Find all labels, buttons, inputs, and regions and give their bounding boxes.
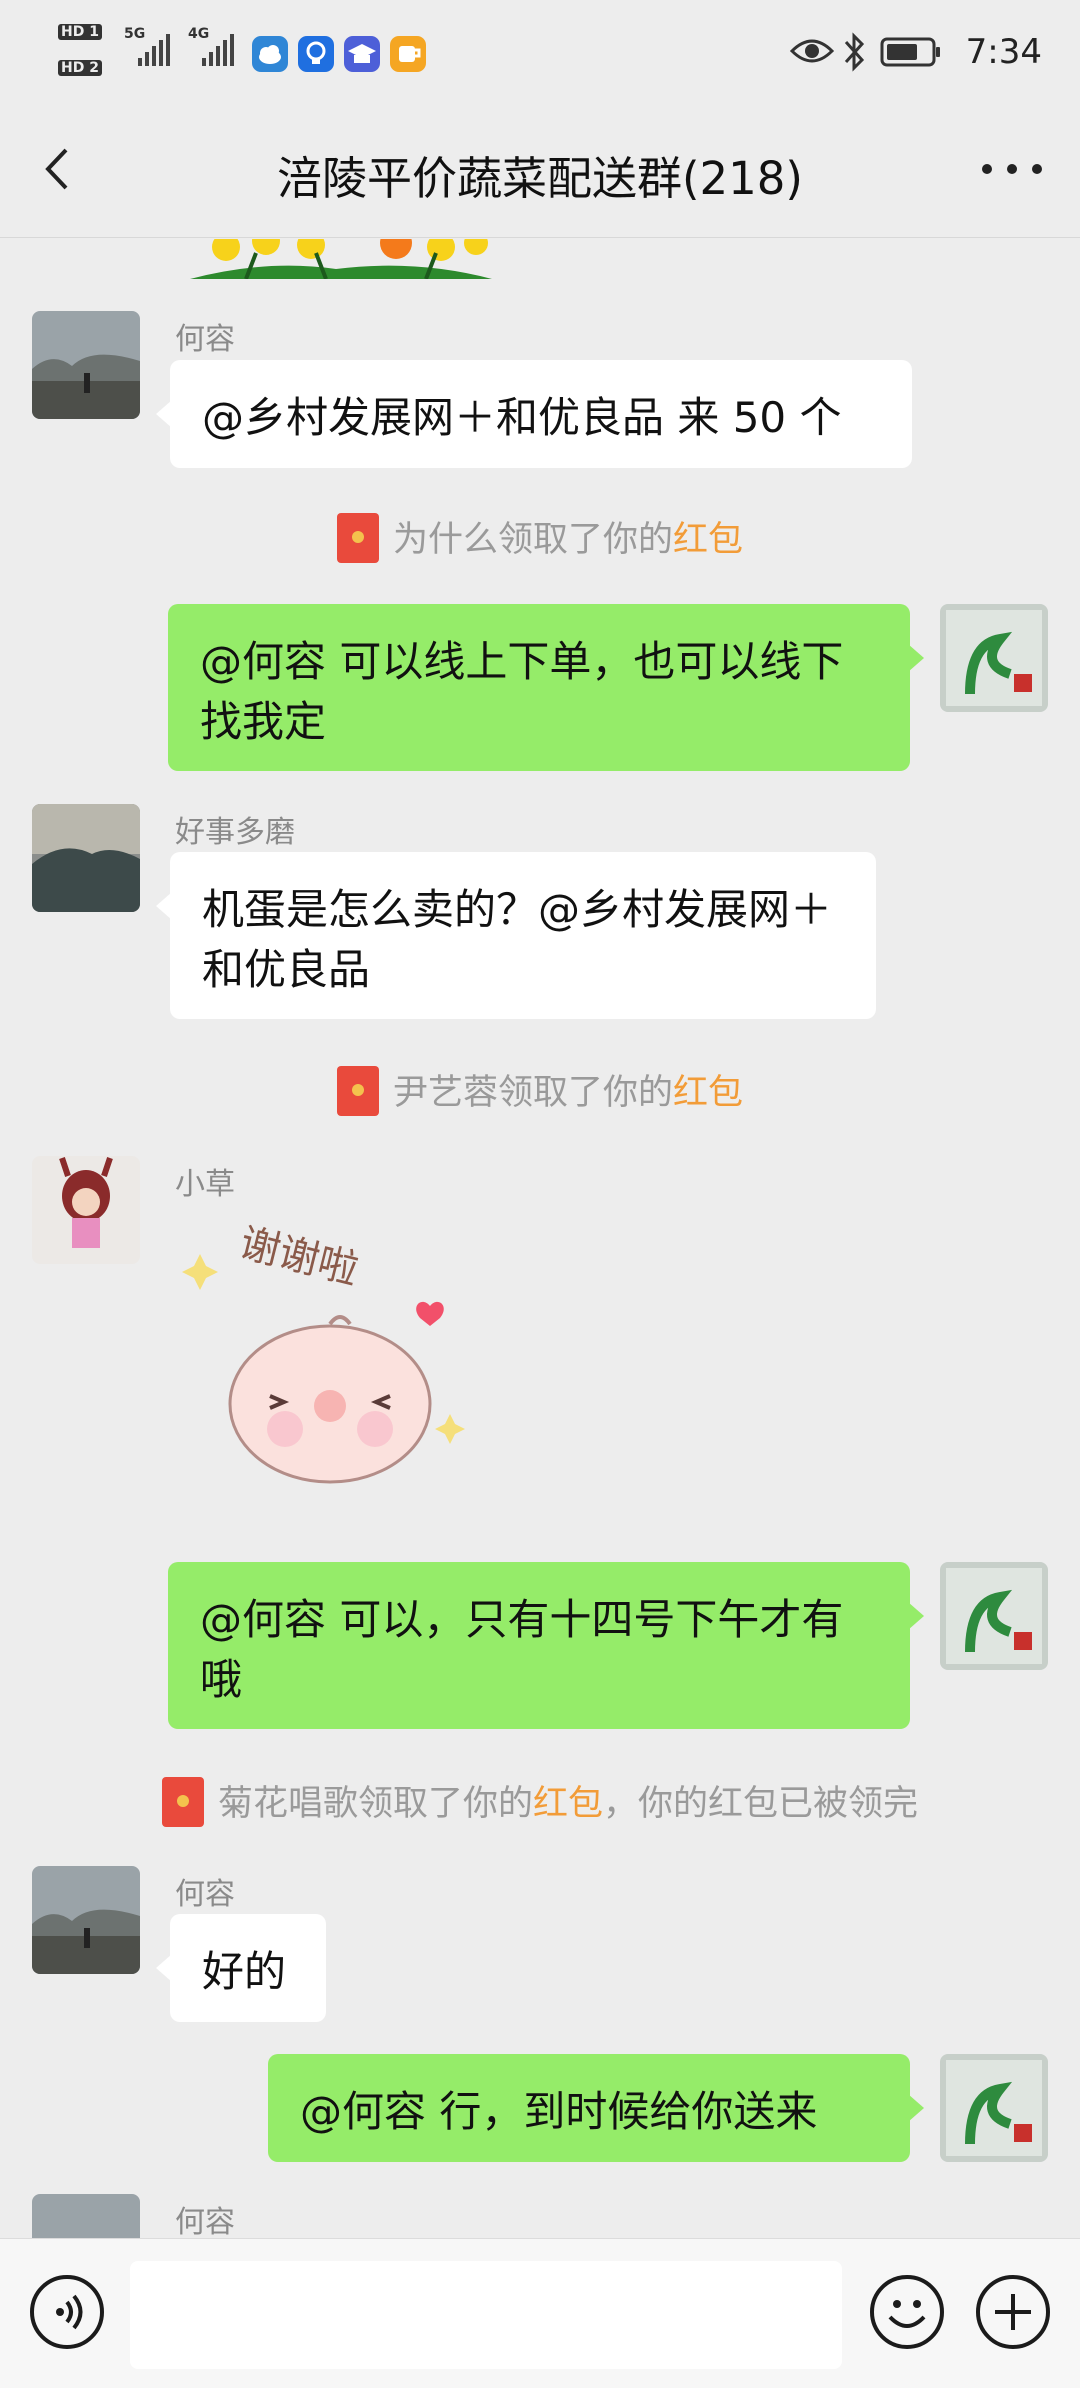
cup-app-icon	[390, 36, 426, 72]
message-bubble[interactable]: @何容 可以，只有十四号下午才有哦	[168, 1562, 924, 1729]
thanks-sticker-image[interactable]: 谢谢啦	[180, 1214, 480, 1504]
red-packet-notice: 菊花唱歌领取了你的红包，你的红包已被领完	[0, 1775, 1080, 1830]
sender-name: 何容	[175, 2205, 235, 2239]
more-options-icon[interactable]	[982, 164, 1042, 178]
education-app-icon	[344, 36, 380, 72]
message-bubble[interactable]: @何容 可以线上下单，也可以线下找我定	[168, 604, 924, 771]
avatar-herong[interactable]	[32, 311, 140, 419]
weather-app-icon	[252, 36, 288, 72]
sender-name: 好事多磨	[175, 815, 295, 850]
chat-title: 涪陵平价蔬菜配送群(218)	[276, 152, 803, 205]
clock: 7:34	[965, 32, 1042, 72]
avatar-herong[interactable]	[32, 2194, 140, 2239]
red-packet-link[interactable]: 红包	[533, 1784, 603, 1824]
bluetooth-icon	[844, 32, 865, 72]
message-list[interactable]: 何容 @乡村发展网＋和优良品 来 50 个 为什么领取了你的红包 @何容 可以线…	[0, 239, 1080, 2239]
voice-icon	[56, 2294, 83, 2330]
red-packet-notice: 尹艺蓉领取了你的红包	[0, 1064, 1080, 1119]
message-bubble[interactable]: 好的	[156, 1914, 326, 2022]
sender-name: 何容	[175, 1877, 235, 1912]
red-packet-icon	[336, 1066, 379, 1116]
message-bubble[interactable]: 机蛋是怎么卖的？@乡村发展网＋和优良品	[156, 852, 876, 1019]
red-packet-icon	[161, 1777, 204, 1827]
emoji-button[interactable]	[870, 2275, 944, 2349]
flower-sticker-image	[190, 239, 492, 279]
red-packet-link[interactable]: 红包	[673, 1073, 743, 1113]
sender-name: 小草	[175, 1167, 235, 1202]
sim2-indicator: HD 2	[58, 58, 102, 76]
sim1-indicator: HD 1	[58, 22, 102, 40]
chat-header: 涪陵平价蔬菜配送群(218)	[0, 100, 1080, 238]
avatar-herong[interactable]	[32, 1866, 140, 1974]
sender-name: 何容	[175, 322, 235, 357]
my-avatar[interactable]	[940, 604, 1048, 712]
voice-input-button[interactable]	[30, 2275, 104, 2349]
avatar-xiaocao[interactable]	[32, 1156, 140, 1264]
message-input[interactable]	[130, 2261, 842, 2369]
plus-icon	[995, 2294, 1031, 2330]
avatar-haoshiduomo[interactable]	[32, 804, 140, 912]
red-packet-notice: 为什么领取了你的红包	[0, 511, 1080, 566]
add-more-button[interactable]	[976, 2275, 1050, 2349]
lightbulb-app-icon	[298, 36, 334, 72]
eye-icon	[790, 39, 834, 63]
my-avatar[interactable]	[940, 2054, 1048, 2162]
message-bubble[interactable]: @何容 行，到时候给你送来	[268, 2054, 924, 2162]
status-bar: HD 1 HD 2 5G 4G 7:34	[0, 0, 1080, 100]
smiley-icon	[888, 2300, 926, 2328]
battery-icon	[880, 37, 940, 67]
red-packet-link[interactable]: 红包	[673, 520, 743, 560]
red-packet-icon	[336, 513, 379, 563]
my-avatar[interactable]	[940, 1562, 1048, 1670]
message-bubble[interactable]: @乡村发展网＋和优良品 来 50 个	[156, 360, 912, 468]
input-toolbar	[0, 2238, 1080, 2388]
